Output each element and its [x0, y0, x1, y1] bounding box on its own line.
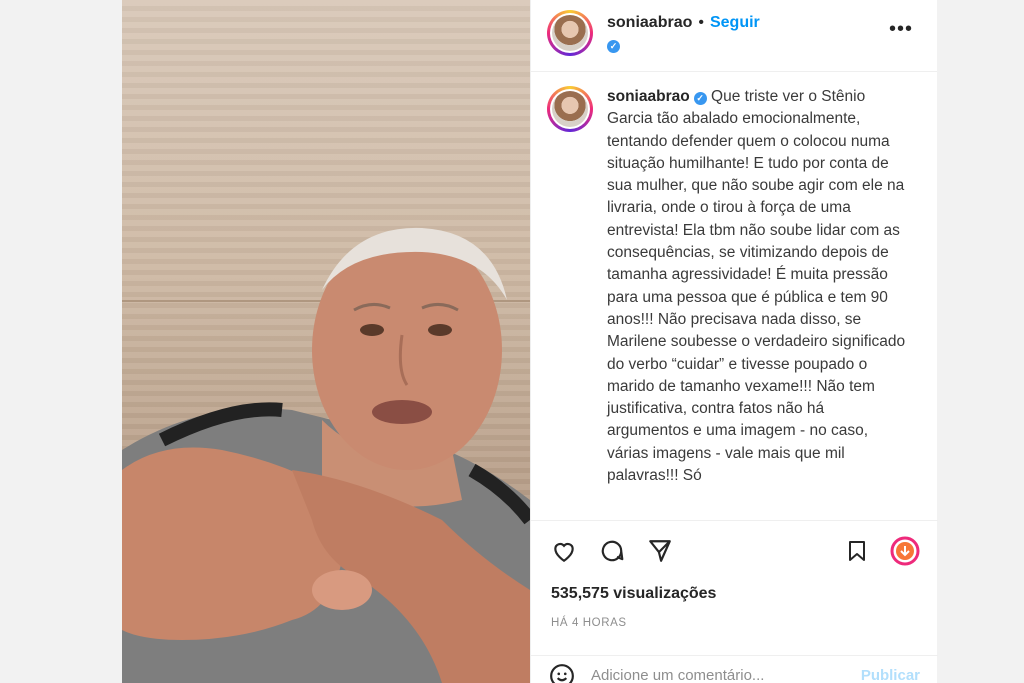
caption-avatar[interactable]	[547, 86, 593, 132]
caption-username[interactable]: soniaabrao	[607, 88, 690, 105]
view-count: 535,575 visualizações	[551, 585, 717, 602]
verified-badge-icon: ✓	[607, 40, 620, 53]
post-side-panel: soniaabrao • Seguir ✓ ••• soniaabrao ✓ Qu…	[530, 0, 938, 683]
comment-input[interactable]: Adicione um comentário...	[591, 667, 861, 683]
share-icon[interactable]	[645, 536, 675, 566]
bookmark-icon[interactable]	[842, 536, 872, 566]
avatar-photo	[552, 15, 588, 51]
post-timestamp: HÁ 4 HORAS	[551, 617, 627, 629]
verified-badge-icon: ✓	[693, 92, 707, 105]
avatar[interactable]	[547, 10, 593, 56]
comment-icon[interactable]	[597, 536, 627, 566]
publish-button[interactable]: Publicar	[861, 667, 920, 683]
heart-icon[interactable]	[549, 536, 579, 566]
page: soniaabrao • Seguir ✓ ••• soniaabrao ✓ Qu…	[0, 0, 1024, 683]
caption-text: Que triste ver o Stênio Garcia tão abala…	[607, 88, 906, 485]
post-header: soniaabrao • Seguir ✓ •••	[531, 0, 937, 72]
more-options-icon[interactable]: •••	[889, 18, 913, 41]
emoji-icon[interactable]	[549, 663, 575, 683]
download-icon[interactable]	[890, 536, 920, 566]
post-video[interactable]	[122, 0, 530, 683]
caption-body: soniaabrao ✓ Que triste ver o Stênio Garc…	[607, 86, 907, 519]
caption: soniaabrao ✓ Que triste ver o Stênio Garc…	[531, 72, 937, 519]
video-frame-person	[122, 227, 530, 683]
follow-button[interactable]: Seguir	[710, 14, 760, 32]
action-bar	[531, 520, 938, 580]
comment-bar: Adicione um comentário... Publicar	[531, 655, 938, 683]
separator-dot: •	[698, 14, 704, 31]
header-username[interactable]: soniaabrao	[607, 14, 692, 32]
avatar-photo	[552, 91, 588, 127]
post-dialog: soniaabrao • Seguir ✓ ••• soniaabrao ✓ Qu…	[122, 0, 938, 683]
